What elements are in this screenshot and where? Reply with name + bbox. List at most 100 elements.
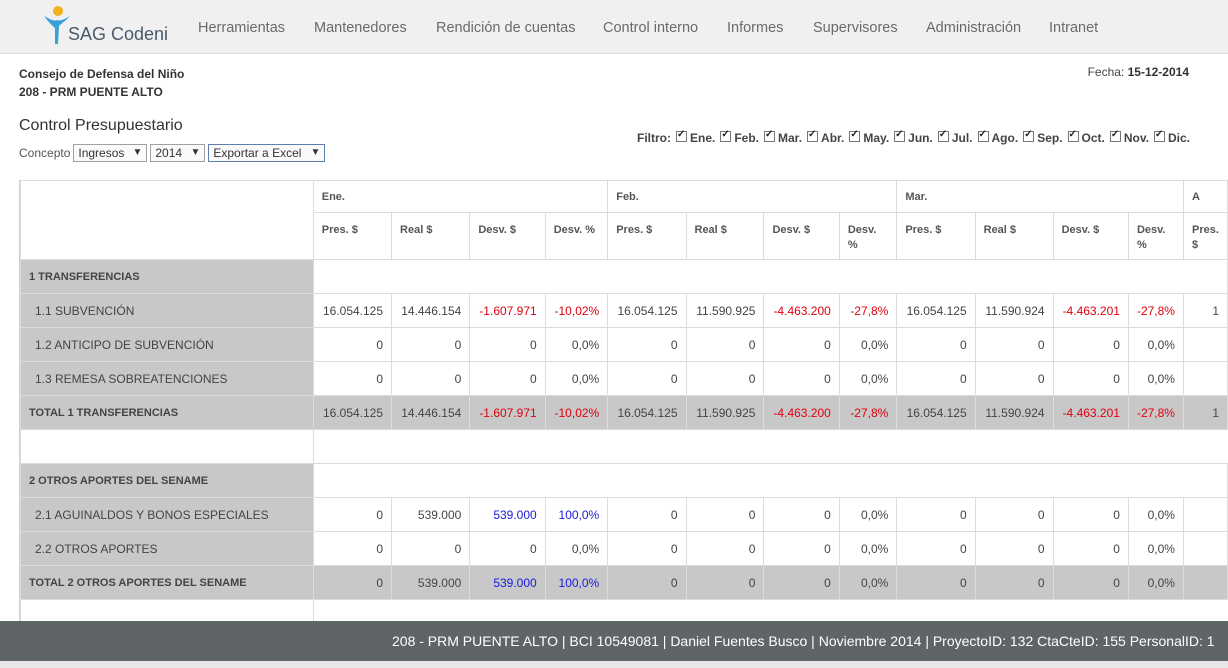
app-logo[interactable]: SAG Codeni bbox=[40, 4, 180, 50]
month-checkbox-label: Abr. bbox=[821, 131, 845, 145]
subcolumn-header: Desv. % bbox=[544, 212, 609, 260]
month-checkbox-label: May. bbox=[863, 131, 890, 145]
month-checkbox[interactable] bbox=[894, 129, 906, 142]
export-select[interactable]: Exportar a Excel ▼ bbox=[208, 144, 326, 162]
table-cell bbox=[1182, 531, 1228, 566]
date-value: 15-12-2014 bbox=[1127, 65, 1189, 79]
subcolumn-header: Pres. $ bbox=[312, 212, 393, 260]
table-row: 1.1 SUBVENCIÓN 16.054.125 14.446.154 -1.607… bbox=[20, 293, 1228, 328]
table-cell: 1 bbox=[1182, 395, 1228, 430]
row-label: TOTAL 1 TRANSFERENCIAS bbox=[20, 395, 314, 430]
month-checkbox[interactable] bbox=[1109, 129, 1121, 142]
month-checkbox[interactable] bbox=[807, 129, 819, 142]
table-cell: 0 bbox=[763, 327, 840, 362]
subcolumn-header: Real $ bbox=[974, 212, 1054, 260]
table-cell: 0 bbox=[391, 361, 471, 396]
table-cell: 0 bbox=[391, 531, 471, 566]
table-cell: 0 bbox=[763, 531, 840, 566]
month-checkbox[interactable] bbox=[1023, 129, 1035, 142]
table-cell: 11.590.924 bbox=[974, 293, 1054, 328]
table-cell: 1 bbox=[1182, 293, 1228, 328]
table-cell: 0 bbox=[312, 327, 393, 362]
month-checkbox-label: Dic. bbox=[1168, 131, 1191, 145]
row-label-header bbox=[20, 180, 314, 260]
table-cell: 0,0% bbox=[838, 531, 898, 566]
empty-cell bbox=[312, 259, 1228, 294]
subcolumn-header: Pres. $ bbox=[1182, 212, 1228, 260]
concepto-select-value: Ingresos bbox=[78, 146, 125, 160]
subcolumn-header: Desv. $ bbox=[1052, 212, 1129, 260]
table-cell: 14.446.154 bbox=[391, 395, 471, 430]
table-cell: 0 bbox=[469, 361, 546, 396]
month-checkbox[interactable] bbox=[1154, 129, 1165, 142]
table-row: 2.1 AGUINALDOS Y BONOS ESPECIALES 0 539.00… bbox=[20, 497, 1228, 532]
nav-rendicion-de-cuentas[interactable]: Rendición de cuentas bbox=[436, 20, 575, 36]
table-cell: 0 bbox=[896, 531, 976, 566]
table-cell: 539.000 bbox=[469, 565, 546, 600]
table-cell: 0 bbox=[607, 361, 687, 396]
nav-herramientas[interactable]: Herramientas bbox=[198, 20, 285, 36]
concepto-select[interactable]: Ingresos ▼ bbox=[73, 144, 148, 162]
table-cell: 0 bbox=[685, 497, 765, 532]
table-cell: 0 bbox=[1052, 497, 1129, 532]
table-cell: 0 bbox=[974, 565, 1054, 600]
nav-mantenedores[interactable]: Mantenedores bbox=[314, 20, 407, 36]
subcolumn-header: Real $ bbox=[391, 212, 471, 260]
empty-cell bbox=[20, 429, 314, 464]
month-checkbox[interactable] bbox=[937, 129, 949, 142]
table-cell: 0 bbox=[607, 565, 687, 600]
budget-table: Ene. Feb. Mar. A Pres. $ Real $ Desv. $ Des… bbox=[20, 180, 1228, 621]
subcolumn-header: Desv. $ bbox=[763, 212, 840, 260]
table-cell bbox=[1182, 565, 1228, 600]
month-checkbox[interactable] bbox=[977, 129, 989, 142]
subcolumn-header: Real $ bbox=[685, 212, 765, 260]
budget-table-container[interactable]: Ene. Feb. Mar. A Pres. $ Real $ Desv. $ Des… bbox=[19, 180, 1228, 621]
month-checkbox-label: Jul. bbox=[951, 131, 973, 145]
table-cell: 0,0% bbox=[1127, 497, 1184, 532]
dropdown-arrow-icon: ▼ bbox=[310, 147, 321, 158]
table-cell: 0 bbox=[1052, 327, 1129, 362]
top-navbar: SAG Codeni Herramientas Mantenedores Ren… bbox=[0, 0, 1228, 54]
month-checkbox[interactable] bbox=[849, 129, 861, 142]
table-cell: -27,8% bbox=[1127, 395, 1184, 430]
table-cell: -27,8% bbox=[838, 293, 898, 328]
row-label: 1.2 ANTICIPO DE SUBVENCIÓN bbox=[20, 327, 314, 362]
table-cell: 0,0% bbox=[838, 565, 898, 600]
dropdown-arrow-icon: ▼ bbox=[190, 147, 201, 158]
section-row: 2 OTROS APORTES DEL SENAME bbox=[20, 463, 1228, 498]
month-checkbox[interactable] bbox=[720, 129, 732, 142]
month-checkbox[interactable] bbox=[676, 129, 687, 142]
table-cell: 0 bbox=[896, 327, 976, 362]
empty-cell bbox=[20, 599, 314, 621]
month-header: Ene. bbox=[312, 180, 609, 213]
table-cell: 0 bbox=[974, 497, 1054, 532]
year-select[interactable]: 2014 ▼ bbox=[150, 144, 206, 162]
table-cell: -27,8% bbox=[1127, 293, 1184, 328]
nav-informes[interactable]: Informes bbox=[727, 20, 783, 36]
month-checkbox[interactable] bbox=[764, 129, 776, 142]
nav-intranet[interactable]: Intranet bbox=[1049, 20, 1098, 36]
total-row: TOTAL 2 OTROS APORTES DEL SENAME 0 539.000… bbox=[20, 565, 1228, 600]
month-header-row: Ene. Feb. Mar. A bbox=[20, 180, 1228, 260]
nav-control-interno[interactable]: Control interno bbox=[603, 20, 698, 36]
empty-cell bbox=[312, 599, 1228, 621]
table-cell: -1.607.971 bbox=[469, 293, 546, 328]
horizontal-scrollbar[interactable] bbox=[0, 661, 1228, 668]
table-cell: 0 bbox=[391, 327, 471, 362]
table-cell: 100,0% bbox=[544, 497, 609, 532]
table-cell: 11.590.925 bbox=[685, 293, 765, 328]
month-filter: Filtro: Ene. Feb. Mar. Abr. May. Jun. Ju… bbox=[637, 129, 1191, 146]
nav-supervisores[interactable]: Supervisores bbox=[813, 20, 898, 36]
table-cell: 0 bbox=[896, 565, 976, 600]
table-cell: 11.590.924 bbox=[974, 395, 1054, 430]
nav-administracion[interactable]: Administración bbox=[926, 20, 1021, 36]
month-checkbox[interactable] bbox=[1067, 129, 1079, 142]
table-cell: 0 bbox=[974, 531, 1054, 566]
status-footer: 208 - PRM PUENTE ALTO | BCI 10549081 | D… bbox=[0, 621, 1228, 661]
subcolumn-header: Pres. $ bbox=[896, 212, 976, 260]
table-cell: 0 bbox=[1052, 361, 1129, 396]
subcolumn-header: Desv. % bbox=[838, 212, 898, 260]
table-cell bbox=[1182, 361, 1228, 396]
table-cell: 0 bbox=[1052, 531, 1129, 566]
table-cell: 0 bbox=[312, 497, 393, 532]
